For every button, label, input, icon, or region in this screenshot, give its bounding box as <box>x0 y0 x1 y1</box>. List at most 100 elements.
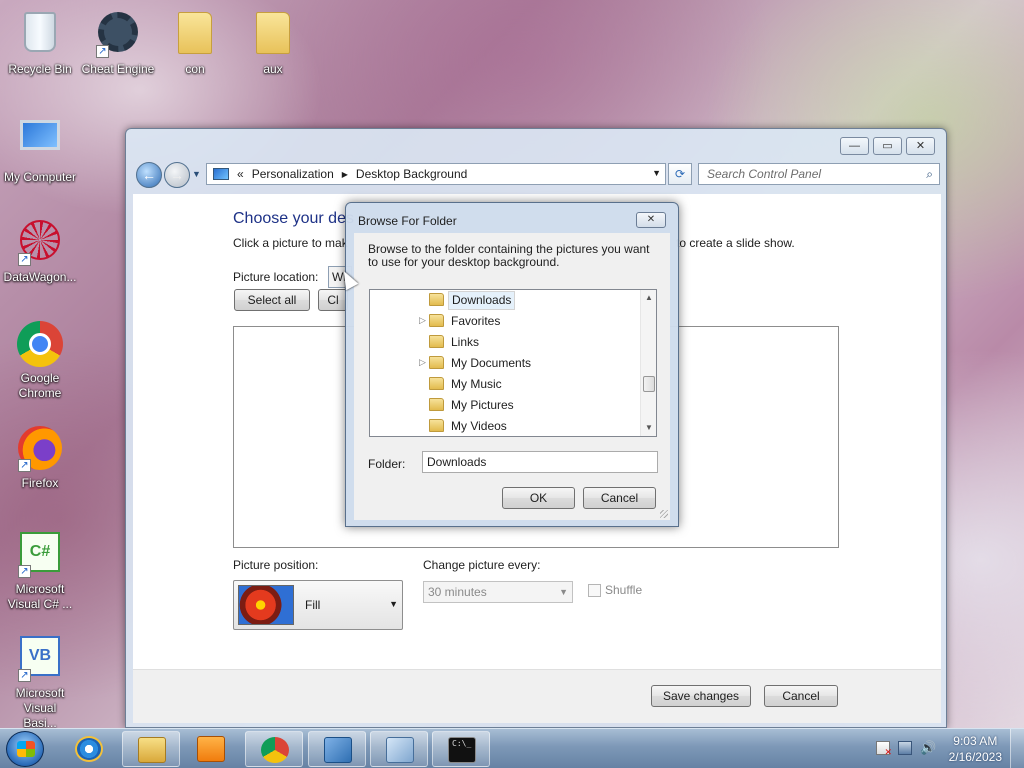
back-button[interactable]: ← <box>136 162 162 188</box>
show-desktop-button[interactable] <box>1010 729 1024 768</box>
internet-explorer-icon <box>75 736 103 762</box>
scroll-thumb[interactable] <box>643 376 655 392</box>
address-bar-row: ← → ▼ « Personalization ▶ Desktop Backgr… <box>134 161 940 189</box>
window-footer: Save changes Cancel <box>133 669 941 723</box>
desktop-icon-google-chrome[interactable]: Google Chrome <box>0 320 80 401</box>
tree-item-favorites[interactable]: ▷ Favorites <box>370 311 642 332</box>
breadcrumb-separator-icon[interactable]: ▶ <box>342 170 348 179</box>
position-preview-image <box>238 585 294 625</box>
tree-item-label: Downloads <box>448 291 516 310</box>
desktop-icon-aux[interactable]: aux <box>233 8 313 77</box>
picture-position-value: Fill <box>305 598 321 612</box>
computer-icon <box>16 120 64 168</box>
desktop-icon-firefox[interactable]: ↗ Firefox <box>0 424 80 491</box>
tree-scrollbar[interactable]: ▲ ▼ <box>640 290 656 436</box>
resize-grip-icon[interactable] <box>660 510 668 518</box>
breadcrumb-personalization[interactable]: Personalization <box>252 167 334 181</box>
datawagon-icon: ↗ <box>16 220 64 268</box>
tree-item-label: Links <box>451 335 480 349</box>
checkbox-box <box>588 583 601 597</box>
recent-pages-icon[interactable]: ▼ <box>192 169 201 179</box>
desktop-icon-datawagon[interactable]: ↗ DataWagon... <box>0 216 80 285</box>
folder-icon <box>171 12 219 60</box>
tree-item-label: My Music <box>451 377 502 391</box>
search-input[interactable]: Search Control Panel ⌕ <box>698 163 940 185</box>
tree-item-my-videos[interactable]: My Videos <box>370 416 642 436</box>
tree-item-label: My Pictures <box>451 398 514 412</box>
select-all-button[interactable]: Select all <box>234 289 310 311</box>
desktop-icon-label: My Computer <box>3 170 77 184</box>
desktop-icon-visual-csharp[interactable]: C# ↗ Microsoft Visual C# ... <box>0 528 80 612</box>
tree-item-links[interactable]: Links <box>370 332 642 353</box>
picture-position-select[interactable]: Fill ▼ <box>233 580 403 630</box>
taskbar-clock[interactable]: 9:03 AM 2/16/2023 <box>949 733 1002 765</box>
desktop-icon-my-computer[interactable]: My Computer <box>0 112 80 185</box>
folder-tree[interactable]: Downloads ▷ Favorites Links ▷ My Documen… <box>369 289 657 437</box>
tree-item-downloads[interactable]: Downloads <box>370 290 642 311</box>
tree-item-my-pictures[interactable]: My Pictures <box>370 395 642 416</box>
chrome-icon <box>261 737 289 763</box>
pictures-folder-icon <box>429 398 444 411</box>
ok-button[interactable]: OK <box>502 487 575 509</box>
close-button[interactable]: ✕ <box>906 137 935 155</box>
picture-location-label: Picture location: <box>233 270 319 284</box>
cancel-button[interactable]: Cancel <box>764 685 838 707</box>
personalization-icon <box>324 737 352 763</box>
desktop-icon-visual-basic[interactable]: VB ↗ Microsoft Visual Basi... <box>0 632 80 731</box>
action-center-icon[interactable] <box>876 741 892 758</box>
taskbar-personalization[interactable] <box>308 731 366 767</box>
cheat-engine-icon: ↗ <box>94 12 142 60</box>
dialog-close-button[interactable]: ✕ <box>636 212 666 228</box>
minimize-button[interactable]: — <box>840 137 869 155</box>
taskbar-internet-explorer[interactable] <box>60 731 118 767</box>
folder-input[interactable]: Downloads <box>422 451 658 473</box>
desktop-icon-label: Cheat Engine <box>81 62 155 76</box>
maximize-button[interactable]: ▭ <box>873 137 902 155</box>
recycle-bin-icon <box>16 12 64 60</box>
documents-folder-icon <box>429 356 444 369</box>
page-title: Choose your des <box>233 210 354 227</box>
dialog-instructions: Browse to the folder containing the pict… <box>368 242 650 269</box>
dialog-cancel-button[interactable]: Cancel <box>583 487 656 509</box>
taskbar-media-player[interactable] <box>182 731 240 767</box>
change-picture-select: 30 minutes ▼ <box>423 581 573 603</box>
scroll-down-icon[interactable]: ▼ <box>641 420 656 436</box>
system-tray: 🔊 <box>876 741 936 758</box>
window-controls: — ▭ ✕ <box>840 137 935 155</box>
clear-all-button[interactable]: Cl <box>318 289 348 311</box>
shortcut-arrow-icon: ↗ <box>18 253 31 266</box>
start-button[interactable] <box>6 731 44 767</box>
address-field[interactable]: « Personalization ▶ Desktop Background ▼ <box>206 163 666 185</box>
taskbar-windows-explorer[interactable] <box>122 731 180 767</box>
refresh-button[interactable]: ⟳ <box>668 163 692 185</box>
chevron-down-icon: ▼ <box>559 587 568 597</box>
desktop-icon-con[interactable]: con <box>155 8 235 77</box>
taskbar: C:\_ 🔊 9:03 AM 2/16/2023 <box>0 728 1024 768</box>
taskbar-control-panel[interactable] <box>370 731 428 767</box>
folder-label: Folder: <box>368 457 406 471</box>
breadcrumb-desktop-background[interactable]: Desktop Background <box>356 167 467 181</box>
forward-button[interactable]: → <box>164 162 190 188</box>
scroll-up-icon[interactable]: ▲ <box>641 290 656 306</box>
search-icon[interactable]: ⌕ <box>926 164 933 184</box>
breadcrumb-overflow[interactable]: « <box>237 167 244 181</box>
media-player-icon <box>197 736 225 762</box>
tree-item-label: My Videos <box>451 419 507 433</box>
tree-item-my-music[interactable]: My Music <box>370 374 642 395</box>
tree-expander-icon[interactable]: ▷ <box>419 311 429 330</box>
links-folder-icon <box>429 335 444 348</box>
desktop-icon-label: Firefox <box>21 476 59 490</box>
volume-icon[interactable]: 🔊 <box>920 741 936 755</box>
taskbar-google-chrome[interactable] <box>245 731 303 767</box>
tree-item-my-documents[interactable]: ▷ My Documents <box>370 353 642 374</box>
taskbar-command-prompt[interactable]: C:\_ <box>432 731 490 767</box>
network-icon[interactable] <box>898 741 912 755</box>
save-changes-button[interactable]: Save changes <box>651 685 751 707</box>
picture-position-label: Picture position: <box>233 558 319 572</box>
shuffle-label: Shuffle <box>605 583 643 597</box>
desktop-icon-cheat-engine[interactable]: ↗ Cheat Engine <box>78 8 158 77</box>
search-placeholder: Search Control Panel <box>707 167 822 181</box>
desktop-icon-recycle-bin[interactable]: Recycle Bin <box>0 8 80 77</box>
tree-expander-icon[interactable]: ▷ <box>419 353 429 372</box>
address-dropdown-icon[interactable]: ▼ <box>652 168 661 178</box>
